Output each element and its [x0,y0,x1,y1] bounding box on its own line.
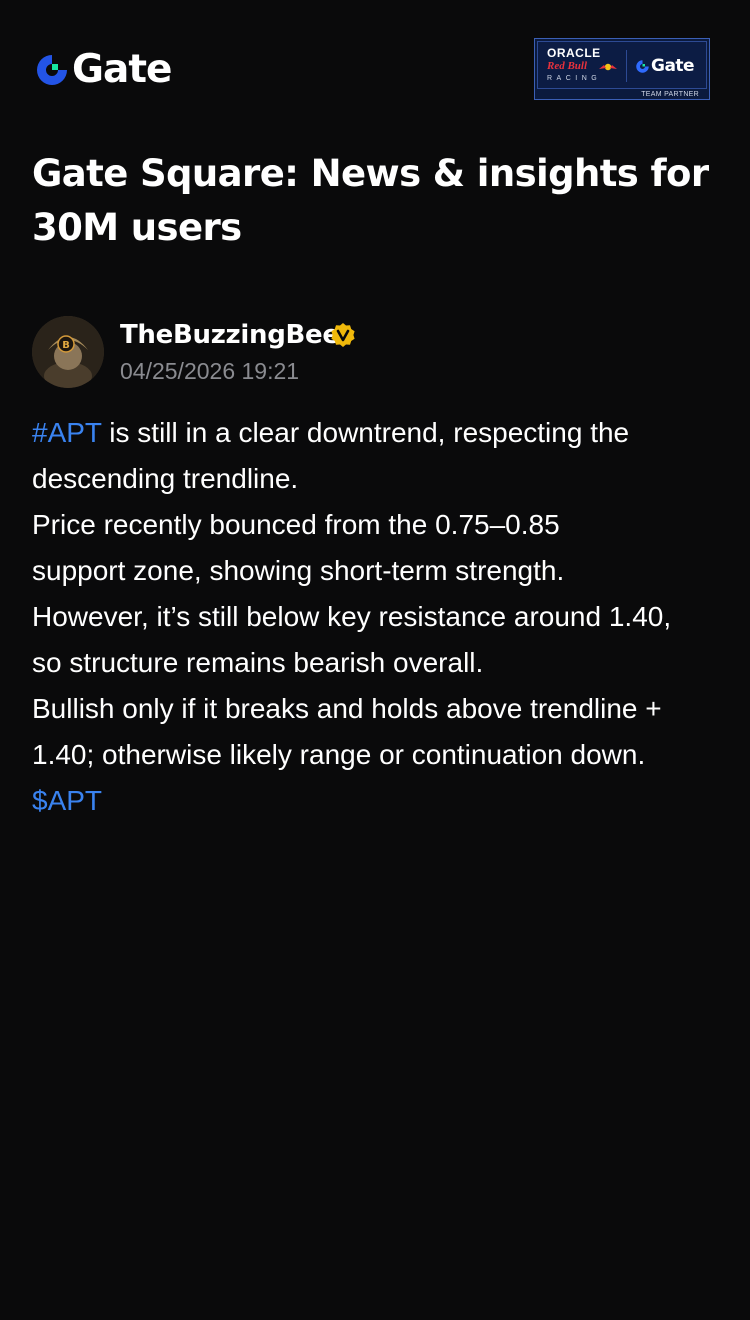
post-line-7: Bullish only if it breaks and holds abov… [32,693,662,724]
post-line-4: support zone, showing short-term strengt… [32,555,565,586]
badge-gate-text: Gate [651,56,695,76]
redbull-wordmark: Red Bull [547,60,588,72]
partner-badge-frame: ORACLE Red Bull RACING Gate [537,41,707,89]
gate-logo-icon [636,59,649,73]
team-partner-label: TEAM PARTNER [641,91,699,98]
bull-icon [599,63,617,71]
post-line-5: However, it’s still below key resistance… [32,601,672,632]
gate-logo[interactable]: Gate [34,47,172,92]
cashtag-link[interactable]: $APT [32,785,102,816]
user-avatar[interactable]: B [32,316,104,388]
oracle-wordmark: ORACLE [547,46,601,60]
header: Gate ORACLE Red Bull RACING Gate TEAM PA… [0,0,750,140]
badge-divider [626,50,627,82]
post-line-1: #APT is still in a clear downtrend, resp… [32,410,722,456]
page-title-line-1: Gate Square: News & insights for [32,152,709,195]
post-line-8: 1.40; otherwise likely range or continua… [32,739,646,770]
team-partner-badge[interactable]: ORACLE Red Bull RACING Gate TEAM PARTNER [534,38,710,100]
post-line-2: descending trendline. [32,463,299,494]
author-name[interactable]: TheBuzzingBee [120,318,340,352]
page-title: Gate Square: News & insights for 30M use… [32,147,722,255]
post-line-6: so structure remains bearish overall. [32,647,484,678]
post-author-row: B TheBuzzingBee 04/25/2026 19:21 [32,316,722,388]
avatar-image: B [32,316,104,388]
hashtag-link[interactable]: #APT [32,417,102,448]
post-line-3: Price recently bounced from the 0.75–0.8… [32,509,560,540]
gate-logo-icon [37,55,67,85]
post-card: B TheBuzzingBee 04/25/2026 19:21 #APT is… [32,316,722,824]
racing-wordmark: RACING [547,75,602,82]
post-body: #APT is still in a clear downtrend, resp… [32,410,722,824]
svg-text:B: B [62,340,70,351]
post-timestamp: 04/25/2026 19:21 [120,358,300,384]
post-line-1-text: is still in a clear downtrend, respectin… [101,417,630,448]
verified-badge-icon [331,323,355,347]
logo-text: Gate [72,47,172,92]
page-title-line-2: 30M users [32,206,242,249]
badge-gate-logo: Gate [635,56,695,76]
post-line-9: $APT [32,778,722,824]
